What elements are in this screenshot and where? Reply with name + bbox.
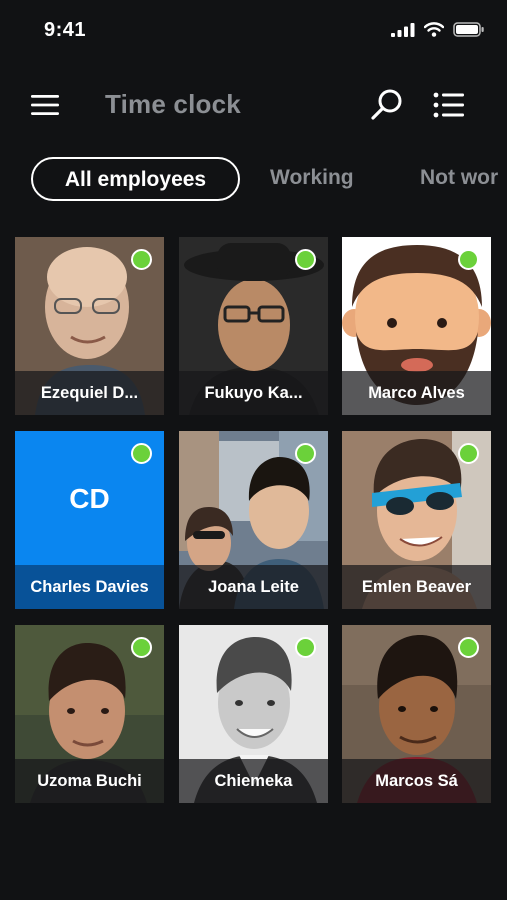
employee-tile[interactable]: Joana Leite	[179, 431, 328, 609]
employee-tile[interactable]: Chiemeka	[179, 625, 328, 803]
working-status-dot	[295, 443, 316, 464]
employee-tile[interactable]: Marco Alves	[342, 237, 491, 415]
status-bar: 9:41	[0, 0, 507, 62]
tab-working[interactable]: Working	[270, 157, 354, 201]
page-title: Time clock	[105, 89, 241, 119]
working-status-dot	[295, 637, 316, 658]
employee-tile[interactable]: Marcos Sá	[342, 625, 491, 803]
working-status-dot	[295, 249, 316, 270]
working-status-dot	[131, 443, 152, 464]
employee-name: Fukuyo Ka...	[179, 371, 328, 415]
signal-icon	[391, 22, 415, 37]
battery-icon	[453, 22, 484, 37]
working-status-dot	[458, 443, 479, 464]
tab-all-employees[interactable]: All employees	[31, 157, 240, 201]
list-view-button[interactable]	[430, 86, 468, 124]
employee-tile[interactable]: Fukuyo Ka...	[179, 237, 328, 415]
menu-icon	[31, 95, 59, 115]
list-view-icon	[433, 92, 464, 118]
filter-tabs: All employees Working Not wor	[0, 156, 507, 204]
working-status-dot	[131, 249, 152, 270]
working-status-dot	[458, 249, 479, 270]
employee-name: Charles Davies	[15, 565, 164, 609]
employee-name: Joana Leite	[179, 565, 328, 609]
employee-name: Marco Alves	[342, 371, 491, 415]
employee-tile[interactable]: Emlen Beaver	[342, 431, 491, 609]
working-status-dot	[458, 637, 479, 658]
tab-not-working[interactable]: Not wor	[420, 157, 498, 201]
menu-button[interactable]	[28, 88, 62, 122]
search-icon	[371, 89, 402, 120]
employee-name: Ezequiel D...	[15, 371, 164, 415]
status-icons	[391, 22, 485, 37]
employee-name: Marcos Sá	[342, 759, 491, 803]
search-button[interactable]	[368, 86, 406, 124]
employee-tile[interactable]: Uzoma Buchi	[15, 625, 164, 803]
employee-initials: CD	[69, 483, 110, 514]
employee-tile[interactable]: Ezequiel D...	[15, 237, 164, 415]
employee-tile[interactable]: CD Charles Davies	[15, 431, 164, 609]
wifi-icon	[424, 22, 444, 37]
employee-name: Emlen Beaver	[342, 565, 491, 609]
app-header: Time clock	[0, 72, 507, 138]
status-time: 9:41	[44, 19, 87, 41]
employee-name: Chiemeka	[179, 759, 328, 803]
working-status-dot	[131, 637, 152, 658]
employee-name: Uzoma Buchi	[15, 759, 164, 803]
